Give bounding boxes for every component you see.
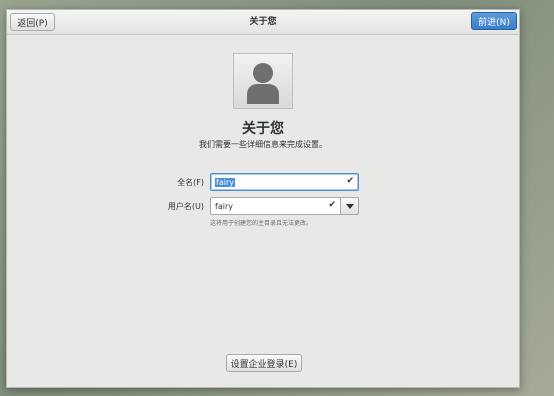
username-hint: 这将用于创建您的主目录且无法更改。	[210, 220, 313, 227]
fullname-label: 全名(F)	[177, 178, 204, 187]
username-input[interactable]: fairy ✔	[210, 197, 341, 215]
window-title: 关于您	[249, 17, 277, 27]
checkmark-icon: ✔	[346, 176, 354, 186]
fullname-value: fairy	[215, 177, 235, 187]
page-subtitle: 我们需要一些详细信息来完成设置。	[199, 140, 327, 149]
username-dropdown-button[interactable]	[340, 197, 359, 215]
checkmark-icon: ✔	[328, 200, 336, 210]
dialog-window: 返回(P) 关于您 前进(N) 关于您 我们需要一些详细信息来完成设置。 全名(…	[6, 9, 520, 388]
header-bar: 返回(P) 关于您 前进(N)	[7, 10, 519, 35]
enterprise-login-button[interactable]: 设置企业登录(E)	[226, 354, 302, 372]
username-label: 用户名(U)	[167, 202, 204, 211]
page-title: 关于您	[242, 121, 284, 137]
chevron-down-icon	[346, 204, 354, 209]
username-value: fairy	[215, 201, 233, 211]
avatar-button[interactable]	[233, 53, 293, 109]
fullname-input[interactable]: fairy ✔	[210, 173, 359, 191]
next-button[interactable]: 前进(N)	[471, 12, 517, 30]
user-silhouette-icon	[247, 63, 279, 104]
